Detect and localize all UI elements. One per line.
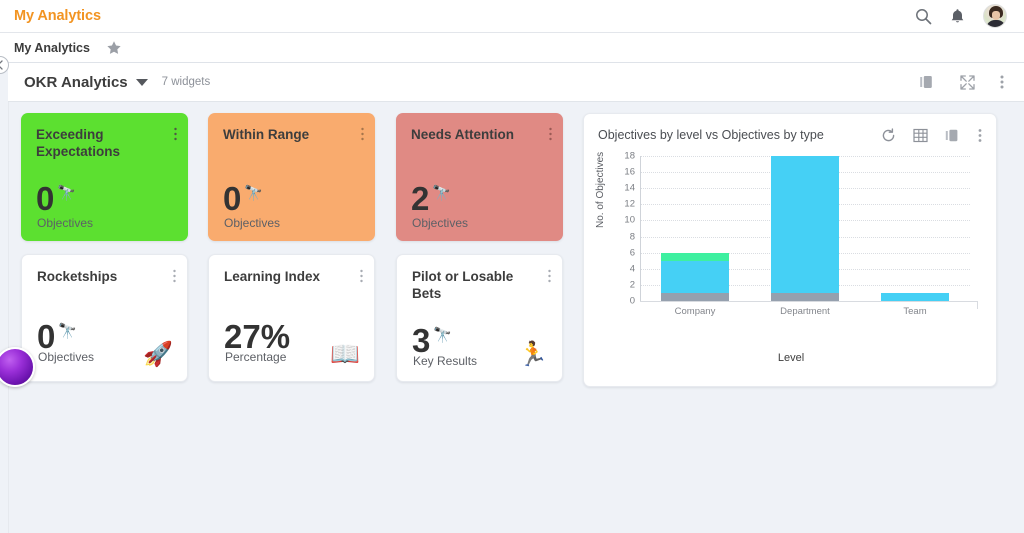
bar-segment[interactable] — [661, 252, 729, 261]
chart-bars: Company Department Team — [640, 156, 970, 317]
x-axis-label: Level — [777, 352, 805, 364]
y-tick-label: 12 — [624, 198, 635, 210]
card-subtitle: Objectives — [37, 216, 94, 230]
x-axis-line — [640, 301, 978, 309]
card-more-options-icon[interactable] — [548, 269, 551, 288]
chevron-down-icon[interactable] — [135, 78, 148, 86]
chart-widget: Objectives by level vs Objectives by typ… — [583, 113, 997, 387]
binoculars-icon: 🔭 — [244, 185, 264, 202]
app-title: My Analytics — [14, 8, 101, 24]
y-axis-ticks: 0 2 4 6 8 10 12 14 16 18 — [611, 151, 635, 316]
binoculars-icon: 🔭 — [432, 185, 452, 202]
top-bar: My Analytics — [0, 0, 1024, 33]
card-value: 0 🔭 — [37, 318, 78, 355]
bar-group[interactable] — [881, 156, 949, 301]
dashboard-header: OKR Analytics 7 widgets — [8, 63, 1024, 102]
bar-segment[interactable] — [771, 156, 839, 293]
y-tick-label: 10 — [624, 214, 635, 226]
panel-toggle-icon[interactable] — [945, 128, 961, 143]
book-icon: 📖 — [330, 341, 360, 368]
more-options-icon[interactable] — [978, 128, 982, 143]
card-value: 27% — [224, 318, 291, 355]
table-view-icon[interactable] — [913, 128, 928, 143]
panel-toggle-icon[interactable] — [919, 74, 935, 90]
card-title: Needs Attention — [411, 127, 515, 142]
kpi-card-exceeding-expectations[interactable]: Exceeding Expectations 0 🔭 Objectives — [21, 113, 188, 241]
avatar[interactable] — [983, 4, 1007, 28]
card-more-options-icon[interactable] — [174, 127, 177, 146]
card-title: Rocketships — [37, 269, 118, 284]
binoculars-icon: 🔭 — [57, 185, 77, 202]
bar-segment[interactable] — [771, 292, 839, 301]
card-more-options-icon[interactable] — [173, 269, 176, 288]
kpi-card-needs-attention[interactable]: Needs Attention 2 🔭 Objectives — [396, 113, 563, 241]
top-bar-actions — [915, 4, 1007, 28]
card-subtitle: Objectives — [412, 216, 469, 230]
y-tick-label: 2 — [629, 279, 635, 291]
card-subtitle: Percentage — [225, 350, 287, 364]
search-icon[interactable] — [915, 8, 932, 25]
card-value: 0 🔭 — [36, 180, 77, 217]
chart-title: Objectives by level vs Objectives by typ… — [598, 128, 824, 142]
bar-segment[interactable] — [661, 260, 729, 293]
card-title: Learning Index — [224, 269, 321, 284]
y-tick-label: 16 — [624, 166, 635, 178]
y-tick-label: 8 — [629, 231, 635, 243]
card-value: 3 🔭 — [412, 322, 453, 359]
card-more-options-icon[interactable] — [549, 127, 552, 146]
bell-icon[interactable] — [950, 8, 965, 25]
y-axis-label: No. of Objectives — [595, 151, 606, 228]
card-title: Exceeding Expectations — [36, 127, 121, 159]
kpi-card-rocketships[interactable]: Rocketships 0 🔭 Objectives 🚀 — [21, 254, 188, 382]
y-tick-label: 14 — [624, 182, 635, 194]
x-tick-label: Company — [674, 306, 716, 317]
widget-count-label: 7 widgets — [161, 76, 211, 88]
chart-header: Objectives by level vs Objectives by typ… — [584, 114, 996, 156]
dashboard-actions — [919, 74, 1004, 91]
card-value: 2 🔭 — [411, 180, 452, 217]
binoculars-icon: 🔭 — [433, 327, 453, 344]
runner-icon: 🏃 — [518, 341, 548, 368]
y-tick-label: 4 — [629, 263, 635, 275]
card-title: Within Range — [223, 127, 310, 142]
x-tick-label: Department — [780, 306, 830, 317]
card-subtitle: Objectives — [224, 216, 281, 230]
bar-segment[interactable] — [881, 292, 949, 301]
chart-plot-area: No. of Objectives 0 2 4 6 8 10 12 14 16 18 Compan… — [584, 151, 998, 388]
y-tick-label: 0 — [629, 295, 635, 307]
tab-my-analytics[interactable]: My Analytics — [14, 41, 90, 55]
dashboard-title: OKR Analytics — [24, 73, 128, 91]
rocket-icon: 🚀 — [143, 341, 173, 368]
card-more-options-icon[interactable] — [361, 127, 364, 146]
bar-group[interactable] — [771, 156, 839, 301]
card-value: 0 🔭 — [223, 180, 264, 217]
y-tick-label: 18 — [624, 150, 635, 162]
card-subtitle: Key Results — [413, 354, 478, 368]
y-tick-label: 6 — [629, 247, 635, 259]
binoculars-icon: 🔭 — [58, 323, 78, 340]
refresh-icon[interactable] — [881, 127, 896, 143]
star-icon[interactable] — [106, 40, 122, 56]
more-options-icon[interactable] — [1000, 74, 1004, 90]
bar-segment[interactable] — [661, 292, 729, 301]
kpi-card-learning-index[interactable]: Learning Index 27% Percentage 📖 — [208, 254, 375, 382]
expand-icon[interactable] — [959, 74, 976, 91]
tab-strip: My Analytics — [0, 33, 1024, 63]
kpi-card-within-range[interactable]: Within Range 0 🔭 Objectives — [208, 113, 375, 241]
kpi-card-pilot-or-losable-bets[interactable]: Pilot or Losable Bets 3 🔭 Key Results 🏃 — [396, 254, 563, 382]
card-title: Pilot or Losable Bets — [412, 269, 514, 301]
x-tick-label: Team — [903, 306, 927, 317]
card-subtitle: Objectives — [38, 350, 95, 364]
chart-actions — [881, 127, 982, 143]
bar-group[interactable] — [661, 156, 729, 301]
card-more-options-icon[interactable] — [360, 269, 363, 288]
app-window: My Analytics My Analytics OKR Analytics … — [0, 0, 1024, 533]
